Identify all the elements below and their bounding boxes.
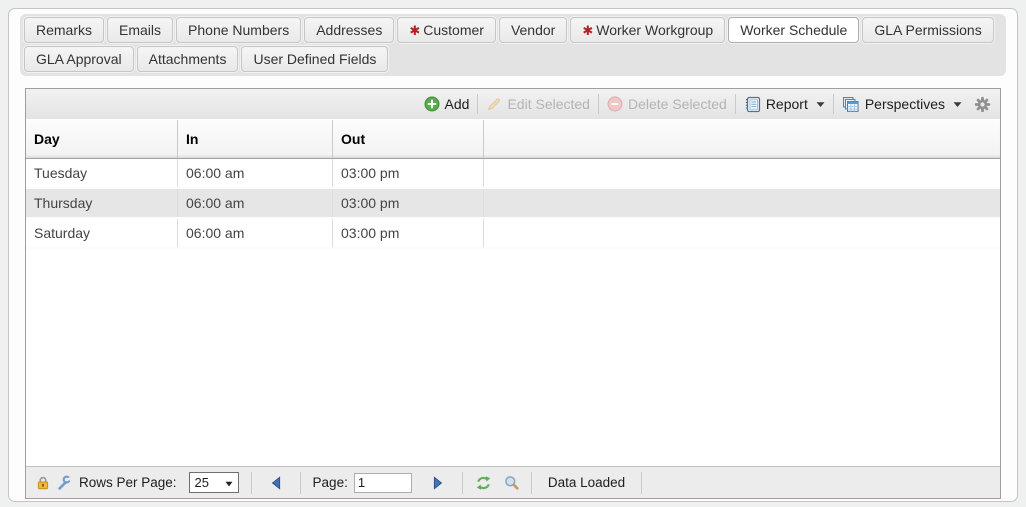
previous-page-button[interactable] xyxy=(270,476,282,490)
tab-label: Addresses xyxy=(316,22,382,38)
footer-divider xyxy=(251,472,252,494)
column-header-spacer xyxy=(484,120,1000,158)
tab-label: Remarks xyxy=(36,22,92,38)
cell-day: Tuesday xyxy=(26,159,178,187)
delete-selected-button[interactable]: Delete Selected xyxy=(607,96,727,112)
delete-icon xyxy=(607,96,623,112)
tab-worker-workgroup[interactable]: ✱ Worker Workgroup xyxy=(570,17,725,43)
tab-gla-permissions[interactable]: GLA Permissions xyxy=(862,17,993,43)
search-icon[interactable] xyxy=(504,475,519,490)
lock-icon[interactable] xyxy=(36,475,50,490)
tab-phone-numbers[interactable]: Phone Numbers xyxy=(176,17,301,43)
worker-schedule-grid: Add Edit Selected Delet xyxy=(25,88,1001,499)
add-button[interactable]: Add xyxy=(424,96,470,112)
rows-per-page-value: 25 xyxy=(195,475,209,490)
toolbar-divider xyxy=(833,94,834,114)
column-header-out[interactable]: Out xyxy=(333,120,484,158)
tab-gla-approval[interactable]: GLA Approval xyxy=(24,46,134,72)
toolbar-divider xyxy=(735,94,736,114)
next-page-button[interactable] xyxy=(432,476,444,490)
tab-label: Worker Workgroup xyxy=(596,22,713,38)
table-header-row: Day In Out xyxy=(26,119,1000,159)
chevron-down-icon xyxy=(225,475,233,490)
tab-customer[interactable]: ✱ Customer xyxy=(397,17,496,43)
cell-spacer xyxy=(484,219,1000,247)
worker-detail-panel: Remarks Emails Phone Numbers Addresses ✱… xyxy=(8,8,1018,502)
tab-label: Phone Numbers xyxy=(188,22,289,38)
grid-footer: Rows Per Page: 25 Page: xyxy=(26,466,1000,498)
refresh-icon[interactable] xyxy=(475,475,492,491)
tab-label: User Defined Fields xyxy=(253,51,376,67)
tab-addresses[interactable]: Addresses xyxy=(304,17,394,43)
cell-out: 03:00 pm xyxy=(333,159,484,187)
cell-day: Thursday xyxy=(26,189,178,217)
footer-divider xyxy=(462,472,463,494)
cell-in: 06:00 am xyxy=(178,159,333,187)
cell-in: 06:00 am xyxy=(178,189,333,217)
delete-selected-label: Delete Selected xyxy=(628,96,727,112)
page-input[interactable] xyxy=(354,473,412,493)
toolbar-divider xyxy=(477,94,478,114)
cell-spacer xyxy=(484,159,1000,187)
perspectives-icon xyxy=(842,96,860,113)
report-button[interactable]: Report xyxy=(744,96,825,113)
cell-in: 06:00 am xyxy=(178,219,333,247)
rows-per-page-select[interactable]: 25 xyxy=(189,472,239,493)
footer-divider xyxy=(300,472,301,494)
pencil-icon xyxy=(486,96,502,112)
report-icon xyxy=(744,96,761,113)
toolbar-divider xyxy=(598,94,599,114)
required-marker-icon: ✱ xyxy=(409,24,420,37)
tab-row-2: GLA Approval Attachments User Defined Fi… xyxy=(24,46,1002,72)
tab-label: Attachments xyxy=(149,51,227,67)
grid-toolbar: Add Edit Selected Delet xyxy=(26,89,1000,119)
tab-emails[interactable]: Emails xyxy=(107,17,173,43)
column-header-day[interactable]: Day xyxy=(26,120,178,158)
report-label: Report xyxy=(766,96,808,112)
chevron-down-icon xyxy=(816,101,825,108)
cell-day: Saturday xyxy=(26,219,178,247)
tab-label: GLA Approval xyxy=(36,51,122,67)
cell-out: 03:00 pm xyxy=(333,219,484,247)
required-marker-icon: ✱ xyxy=(582,24,593,37)
perspectives-button[interactable]: Perspectives xyxy=(842,96,962,113)
table-row[interactable]: Saturday 06:00 am 03:00 pm xyxy=(26,219,1000,249)
rows-per-page-label: Rows Per Page: xyxy=(79,475,177,490)
perspectives-label: Perspectives xyxy=(865,96,945,112)
tab-label: GLA Permissions xyxy=(874,22,981,38)
tab-user-defined-fields[interactable]: User Defined Fields xyxy=(241,46,388,72)
wrench-icon[interactable] xyxy=(56,475,71,490)
footer-divider xyxy=(531,472,532,494)
tab-label: Worker Schedule xyxy=(740,22,847,38)
gear-icon[interactable] xyxy=(974,96,991,113)
footer-divider xyxy=(641,472,642,494)
status-text: Data Loaded xyxy=(548,475,625,490)
page-label: Page: xyxy=(313,475,348,490)
tab-remarks[interactable]: Remarks xyxy=(24,17,104,43)
cell-spacer xyxy=(484,189,1000,217)
tab-row-1: Remarks Emails Phone Numbers Addresses ✱… xyxy=(24,17,1002,43)
tab-label: Emails xyxy=(119,22,161,38)
add-icon xyxy=(424,96,440,112)
tab-label: Customer xyxy=(423,22,484,38)
tab-label: Vendor xyxy=(511,22,555,38)
add-label: Add xyxy=(445,96,470,112)
tab-vendor[interactable]: Vendor xyxy=(499,17,567,43)
table-empty-area xyxy=(26,249,1000,466)
edit-selected-label: Edit Selected xyxy=(507,96,590,112)
table-row[interactable]: Thursday 06:00 am 03:00 pm xyxy=(26,189,1000,219)
column-header-in[interactable]: In xyxy=(178,120,333,158)
tab-attachments[interactable]: Attachments xyxy=(137,46,239,72)
chevron-down-icon xyxy=(953,101,962,108)
cell-out: 03:00 pm xyxy=(333,189,484,217)
table-row[interactable]: Tuesday 06:00 am 03:00 pm xyxy=(26,159,1000,189)
tab-strip: Remarks Emails Phone Numbers Addresses ✱… xyxy=(20,14,1006,76)
edit-selected-button[interactable]: Edit Selected xyxy=(486,96,590,112)
tab-worker-schedule[interactable]: Worker Schedule xyxy=(728,17,859,43)
